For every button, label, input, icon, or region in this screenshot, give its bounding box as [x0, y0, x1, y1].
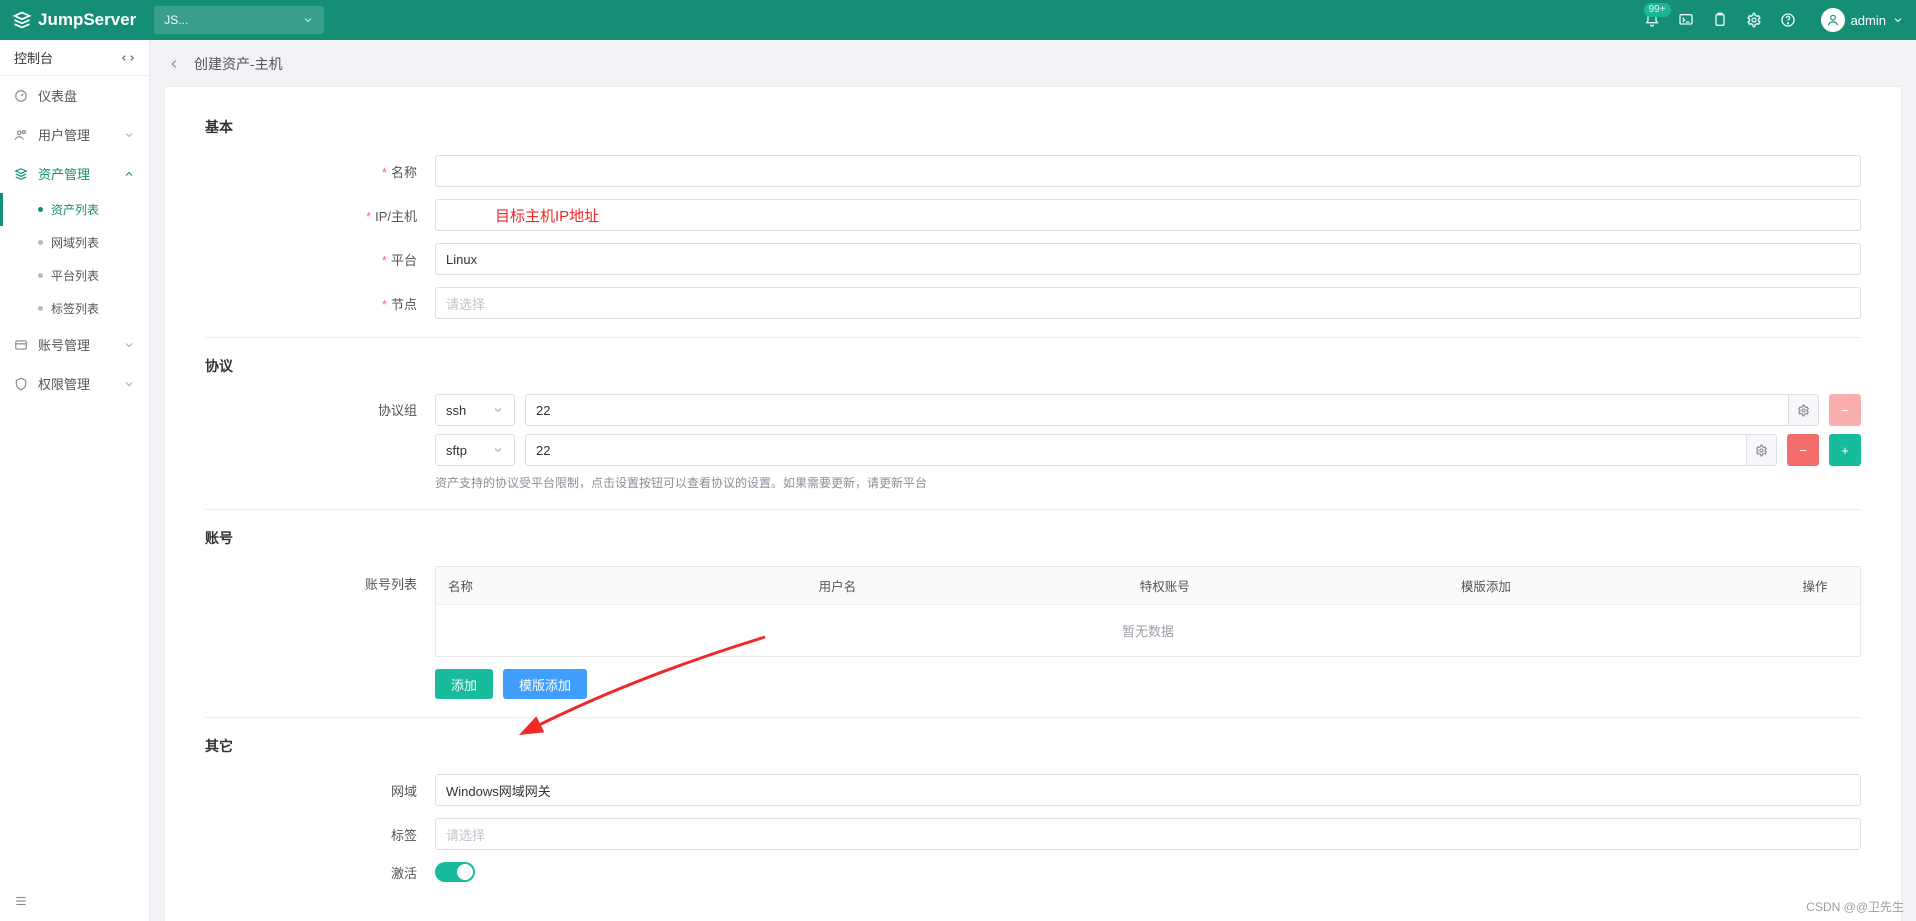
col-priv: 特权账号	[1128, 567, 1449, 604]
tag-select-placeholder: 请选择	[446, 825, 485, 844]
protocol-settings-0[interactable]	[1788, 395, 1818, 425]
platform-select-value: Linux	[446, 252, 477, 267]
tag-select[interactable]: 请选择	[435, 818, 1861, 850]
sidebar-item-tag-list[interactable]: 标签列表	[38, 292, 149, 325]
username: admin	[1851, 13, 1886, 28]
section-other: 其它	[205, 736, 1861, 756]
sidebar-item-label: 用户管理	[38, 125, 90, 144]
clipboard-icon[interactable]	[1711, 11, 1729, 29]
col-name: 名称	[436, 567, 807, 604]
sidebar: 控制台 仪表盘 用户管理 资产管理 资产列表 网域列表 平台列表 标签列表 账号…	[0, 40, 150, 921]
account-add-button[interactable]: 添加	[435, 669, 493, 699]
protocol-remove-0: −	[1829, 394, 1861, 426]
col-ops: 操作	[1770, 567, 1860, 604]
protocol-name: sftp	[446, 443, 467, 458]
section-account: 账号	[205, 528, 1861, 548]
protocol-help: 资产支持的协议受平台限制，点击设置按钮可以查看协议的设置。如果需要更新，请更新平…	[435, 474, 1861, 491]
topbar-actions: 99+ admin	[1643, 8, 1904, 32]
protocol-select-0[interactable]: ssh	[435, 394, 515, 426]
org-selector[interactable]: JS...	[154, 6, 324, 34]
sidebar-collapse[interactable]	[0, 884, 149, 921]
breadcrumb: 创建资产-主机	[164, 54, 1902, 74]
node-select-placeholder: 请选择	[446, 294, 485, 313]
sidebar-item-account[interactable]: 账号管理	[0, 325, 149, 364]
domain-select-value: Windows网域网关	[446, 781, 551, 800]
sidebar-item-label: 账号管理	[38, 335, 90, 354]
watermark: CSDN @@卫先生	[1806, 898, 1904, 915]
form-card: 基本 *名称 *IP/主机 目标主机IP地址 *平台 Linux	[164, 86, 1902, 921]
avatar	[1821, 8, 1845, 32]
label-accounts: 账号列表	[205, 566, 435, 593]
sidebar-header[interactable]: 控制台	[0, 40, 149, 76]
sidebar-item-permission[interactable]: 权限管理	[0, 364, 149, 403]
sidebar-item-label: 资产列表	[51, 201, 99, 218]
section-protocol: 协议	[205, 356, 1861, 376]
main-area: 创建资产-主机 基本 *名称 *IP/主机 目标主机IP地址 *平台	[150, 40, 1916, 921]
sidebar-item-label: 网域列表	[51, 234, 99, 251]
sidebar-item-domain-list[interactable]: 网域列表	[38, 226, 149, 259]
account-template-button[interactable]: 模版添加	[503, 669, 587, 699]
brand-text: JumpServer	[38, 10, 136, 30]
label-proto-group: 协议组	[205, 394, 435, 419]
active-toggle[interactable]	[435, 862, 475, 882]
help-icon[interactable]	[1779, 11, 1797, 29]
name-input[interactable]	[435, 155, 1861, 187]
domain-select[interactable]: Windows网域网关	[435, 774, 1861, 806]
sidebar-item-label: 权限管理	[38, 374, 90, 393]
gear-icon[interactable]	[1745, 11, 1763, 29]
sidebar-item-assets[interactable]: 资产管理	[0, 154, 149, 193]
sidebar-item-label: 平台列表	[51, 267, 99, 284]
ip-input[interactable]	[435, 199, 1861, 231]
brand-logo: JumpServer	[12, 10, 136, 30]
col-user: 用户名	[807, 567, 1128, 604]
user-menu[interactable]: admin	[1821, 8, 1904, 32]
protocol-remove-1[interactable]: −	[1787, 434, 1819, 466]
port-input-0[interactable]	[525, 394, 1819, 426]
label-active: 激活	[205, 863, 435, 882]
node-select[interactable]: 请选择	[435, 287, 1861, 319]
sidebar-item-label: 资产管理	[38, 164, 90, 183]
label-ip: *IP/主机	[205, 206, 435, 225]
topbar: JumpServer JS... 99+ admin	[0, 0, 1916, 40]
sidebar-item-dashboard[interactable]: 仪表盘	[0, 76, 149, 115]
bell-icon[interactable]: 99+	[1643, 11, 1661, 29]
label-tag: 标签	[205, 825, 435, 844]
label-platform: *平台	[205, 250, 435, 269]
notification-badge: 99+	[1644, 3, 1671, 17]
protocol-add[interactable]: +	[1829, 434, 1861, 466]
protocol-select-1[interactable]: sftp	[435, 434, 515, 466]
label-name: *名称	[205, 162, 435, 181]
section-basic: 基本	[205, 117, 1861, 137]
sidebar-item-platform-list[interactable]: 平台列表	[38, 259, 149, 292]
port-input-1[interactable]	[525, 434, 1777, 466]
page-title: 创建资产-主机	[194, 54, 283, 74]
sidebar-item-label: 标签列表	[51, 300, 99, 317]
accounts-table: 名称 用户名 特权账号 模版添加 操作 暂无数据	[435, 566, 1861, 657]
protocol-name: ssh	[446, 403, 466, 418]
label-domain: 网域	[205, 781, 435, 800]
sidebar-item-label: 仪表盘	[38, 86, 77, 105]
terminal-icon[interactable]	[1677, 11, 1695, 29]
back-button[interactable]	[164, 54, 184, 74]
sidebar-item-asset-list[interactable]: 资产列表	[38, 193, 149, 226]
col-tmpl: 模版添加	[1449, 567, 1770, 604]
protocol-settings-1[interactable]	[1746, 435, 1776, 465]
org-selector-label: JS...	[164, 13, 188, 27]
platform-select[interactable]: Linux	[435, 243, 1861, 275]
accounts-empty: 暂无数据	[436, 605, 1860, 656]
label-node: *节点	[205, 294, 435, 313]
sidebar-header-label: 控制台	[14, 48, 53, 67]
sidebar-item-users[interactable]: 用户管理	[0, 115, 149, 154]
